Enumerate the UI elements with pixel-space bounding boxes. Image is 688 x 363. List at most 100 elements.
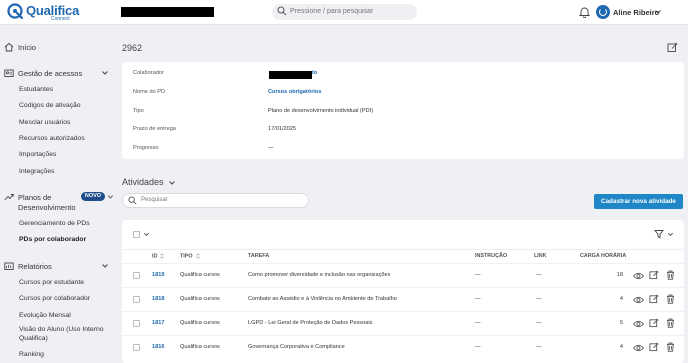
table-row[interactable]: 1816 Qualifica cursos Governança Corpora… [122, 335, 684, 359]
info-value: Plano de desenvolvimento individual (PDI… [268, 108, 374, 114]
sidebar-item-estudantes[interactable]: Estudantes [19, 86, 53, 93]
trash-icon[interactable] [666, 270, 675, 280]
row-link: — [536, 320, 542, 326]
top-bar: Qualifica Connect Pressione / para pesqu… [0, 0, 688, 25]
sidebar: Início Gestão de acessos Estudantes Codi… [0, 26, 115, 363]
colaborador-link[interactable]: to [312, 70, 317, 76]
row-tarefa: Como promover diversidade e inclusão nas… [248, 272, 391, 278]
sidebar-group-label-line2: Desenvolvimento [18, 203, 76, 212]
info-value: 17/01/2025 [268, 126, 296, 132]
edit-icon[interactable] [649, 342, 659, 352]
pd-info-card: Colaborador to Nome do PD Cursos obrigat… [122, 62, 684, 159]
activities-search-input[interactable]: Pesquisar [122, 193, 309, 208]
sidebar-item-gerenciamento-pds[interactable]: Gerenciamento de PDs [19, 220, 90, 227]
eye-icon[interactable] [633, 320, 644, 328]
sidebar-item-visao-aluno[interactable]: Visão do Aluno (Uso Interno [19, 326, 104, 333]
row-checkbox[interactable] [133, 344, 140, 351]
sidebar-item-pds-colaborador[interactable]: PDs por colaborador [19, 236, 86, 243]
info-label: Nome do PD [133, 89, 166, 95]
chevron-down-icon[interactable] [143, 231, 150, 238]
info-label: Prazo de entrega [133, 126, 176, 132]
sidebar-group-label: Relatórios [18, 262, 52, 271]
avatar[interactable] [596, 5, 610, 19]
qualifica-logo-icon[interactable] [7, 3, 24, 20]
table-row[interactable]: 1819 Qualifica cursos Como promover dive… [122, 263, 684, 287]
sidebar-item-codigos[interactable]: Codigos de ativação [19, 102, 81, 109]
table-row[interactable]: 1818 Qualifica cursos Combate ao Assédio… [122, 287, 684, 311]
row-link: — [536, 344, 542, 350]
column-header-tipo[interactable]: TIPO [180, 253, 200, 259]
chevron-down-icon[interactable] [107, 193, 114, 201]
edit-icon[interactable] [649, 294, 659, 304]
trash-icon[interactable] [666, 342, 675, 352]
activities-title[interactable]: Atividades [122, 177, 164, 187]
column-header-label: TIPO [180, 253, 193, 260]
new-badge: NOVO [81, 192, 105, 201]
sidebar-item-cursos-estudante[interactable]: Cursos por estudante [19, 279, 84, 286]
filter-icon[interactable] [654, 229, 664, 239]
select-all-checkbox[interactable] [133, 231, 140, 238]
info-row-colaborador: Colaborador to [122, 65, 684, 83]
row-carga: 5 [619, 320, 623, 326]
chevron-down-icon[interactable] [101, 69, 109, 77]
column-header-tarefa: TAREFA [248, 253, 270, 259]
row-instrucao: — [475, 344, 481, 350]
row-tarefa: LGPD - Lei Geral de Proteção de Dados Pe… [248, 320, 373, 326]
row-carga: 18 [616, 272, 623, 278]
brand-sub: Connect [51, 16, 70, 22]
edit-icon[interactable] [649, 270, 659, 280]
sidebar-item-recursos[interactable]: Recursos autorizados [19, 135, 85, 142]
sidebar-item-cursos-colaborador[interactable]: Cursos por colaborador [19, 295, 90, 302]
row-checkbox[interactable] [133, 272, 140, 279]
user-name[interactable]: Aline Ribeiro [613, 8, 659, 17]
eye-icon[interactable] [633, 272, 644, 280]
sidebar-item-label: Início [18, 43, 36, 52]
column-header-label: ID [152, 253, 158, 260]
chevron-down-icon[interactable] [654, 8, 662, 16]
page-title: 2962 [122, 43, 143, 53]
new-activity-button[interactable]: Cadastrar nova atividade [594, 194, 683, 209]
sidebar-group-label: Planos de [18, 193, 52, 202]
redacted-block [121, 7, 214, 17]
row-checkbox[interactable] [133, 296, 140, 303]
trash-icon[interactable] [666, 294, 675, 304]
sidebar-item-integracoes[interactable]: Integrações [19, 168, 55, 175]
report-icon [4, 262, 14, 270]
id-card-icon [4, 69, 14, 77]
sort-icon[interactable] [160, 253, 165, 259]
row-link: — [536, 296, 542, 302]
chevron-down-icon[interactable] [667, 231, 674, 238]
table-row[interactable]: 1817 Qualifica cursos LGPD - Lei Geral d… [122, 311, 684, 335]
column-header-link: LINK [534, 253, 547, 259]
chevron-down-icon[interactable] [168, 179, 176, 187]
column-header-instrucao: INSTRUÇÃO [475, 253, 508, 259]
sort-icon[interactable] [195, 253, 200, 259]
row-tipo: Qualifica cursos [180, 296, 220, 302]
chevron-down-icon[interactable] [101, 262, 109, 270]
edit-icon[interactable] [667, 42, 678, 53]
sidebar-item-importacoes[interactable]: Importações [19, 151, 56, 158]
bell-icon[interactable] [579, 6, 590, 18]
row-id[interactable]: 1817 [152, 320, 164, 326]
row-instrucao: — [475, 320, 481, 326]
row-checkbox[interactable] [133, 320, 140, 327]
pd-name-link[interactable]: Cursos obrigatórios [268, 89, 321, 95]
sidebar-item-visao-aluno-line2[interactable]: Qualifica) [19, 335, 48, 342]
eye-icon[interactable] [633, 344, 644, 352]
sidebar-item-evolucao[interactable]: Evolução Mensal [19, 312, 71, 319]
edit-icon[interactable] [649, 318, 659, 328]
trash-icon[interactable] [666, 318, 675, 328]
divider [122, 249, 684, 250]
column-header-id[interactable]: ID [152, 253, 165, 260]
row-id[interactable]: 1816 [152, 344, 164, 350]
search-icon [277, 6, 287, 16]
row-tarefa: Combate ao Assédio e à Violência no Ambi… [248, 296, 397, 302]
global-search-input[interactable]: Pressione / para pesquisar [272, 4, 417, 20]
sidebar-item-mesclar[interactable]: Mesclar usuários [19, 119, 70, 126]
row-id[interactable]: 1819 [152, 272, 164, 278]
activities-search-placeholder: Pesquisar [141, 197, 168, 203]
eye-icon[interactable] [633, 296, 644, 304]
info-row-progresso: Progresso — [122, 140, 684, 158]
row-id[interactable]: 1818 [152, 296, 164, 302]
sidebar-item-ranking[interactable]: Ranking [19, 351, 44, 358]
